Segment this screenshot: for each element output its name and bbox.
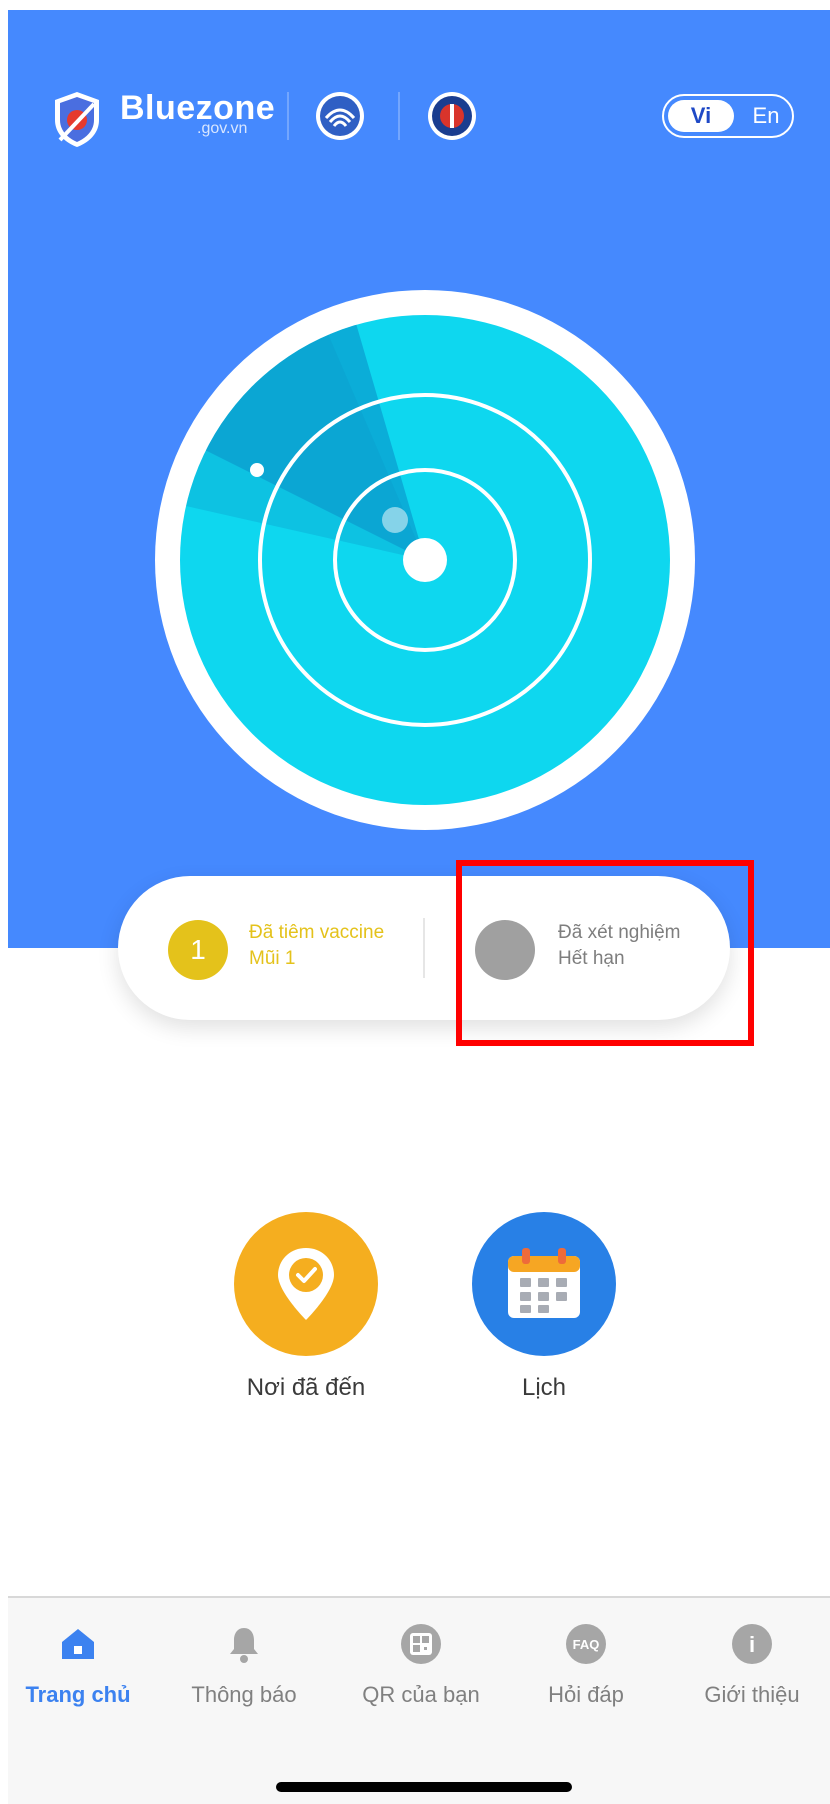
places-visited-button[interactable]: Nơi đã đến	[206, 1212, 406, 1402]
calendar-icon	[508, 1248, 580, 1318]
app-header: Bluezone .gov.vn Vi En	[0, 0, 830, 220]
radar-scanner	[155, 290, 695, 830]
brand-domain: .gov.vn	[197, 120, 248, 137]
tab-home[interactable]: Trang chủ	[0, 1622, 158, 1708]
places-visited-label: Nơi đã đến	[246, 1374, 366, 1401]
location-check-icon	[278, 1248, 334, 1320]
tab-notifications-label: Thông báo	[191, 1682, 297, 1707]
faq-icon-text: FAQ	[573, 1637, 600, 1652]
tab-qr-label: QR của bạn	[362, 1682, 480, 1707]
info-icon-text: i	[749, 1632, 755, 1657]
qr-icon	[399, 1622, 443, 1666]
header-divider	[398, 92, 400, 140]
language-toggle[interactable]: Vi En	[662, 94, 794, 138]
tab-notifications[interactable]: Thông báo	[164, 1622, 324, 1708]
calendar-circle[interactable]	[472, 1212, 616, 1356]
tab-qr[interactable]: QR của bạn	[341, 1622, 501, 1708]
vaccine-dose-badge: 1	[168, 920, 228, 980]
vaccine-status[interactable]: Đã tiêm vaccine Mũi 1	[249, 920, 384, 972]
ministry-ict-seal-icon	[316, 92, 364, 140]
language-vi-button[interactable]: Vi	[668, 100, 734, 132]
bluezone-shield-icon	[55, 92, 99, 147]
header-divider	[287, 92, 289, 140]
home-indicator	[276, 1782, 572, 1792]
places-visited-circle[interactable]	[234, 1212, 378, 1356]
vaccine-status-title: Đã tiêm vaccine	[249, 922, 385, 943]
info-icon: i	[730, 1622, 774, 1666]
bell-icon	[222, 1622, 266, 1666]
calendar-button[interactable]: Lịch	[444, 1212, 644, 1402]
tab-about[interactable]: i Giới thiệu	[672, 1622, 830, 1708]
home-icon	[56, 1622, 100, 1666]
tab-faq-label: Hỏi đáp	[548, 1682, 624, 1707]
bottom-tab-bar: Trang chủ Thông báo QR của bạn FAQ Hỏi đ…	[8, 1596, 830, 1804]
calendar-label: Lịch	[521, 1374, 567, 1401]
tab-home-label: Trang chủ	[25, 1682, 131, 1707]
vaccine-status-detail: Mũi 1	[249, 948, 296, 969]
language-en-button[interactable]: En	[744, 100, 788, 132]
tab-faq[interactable]: FAQ Hỏi đáp	[506, 1622, 666, 1708]
tab-about-label: Giới thiệu	[704, 1682, 800, 1707]
status-divider	[423, 918, 425, 978]
faq-icon: FAQ	[564, 1622, 608, 1666]
highlight-box	[456, 860, 754, 1046]
ministry-health-seal-icon	[428, 92, 476, 140]
